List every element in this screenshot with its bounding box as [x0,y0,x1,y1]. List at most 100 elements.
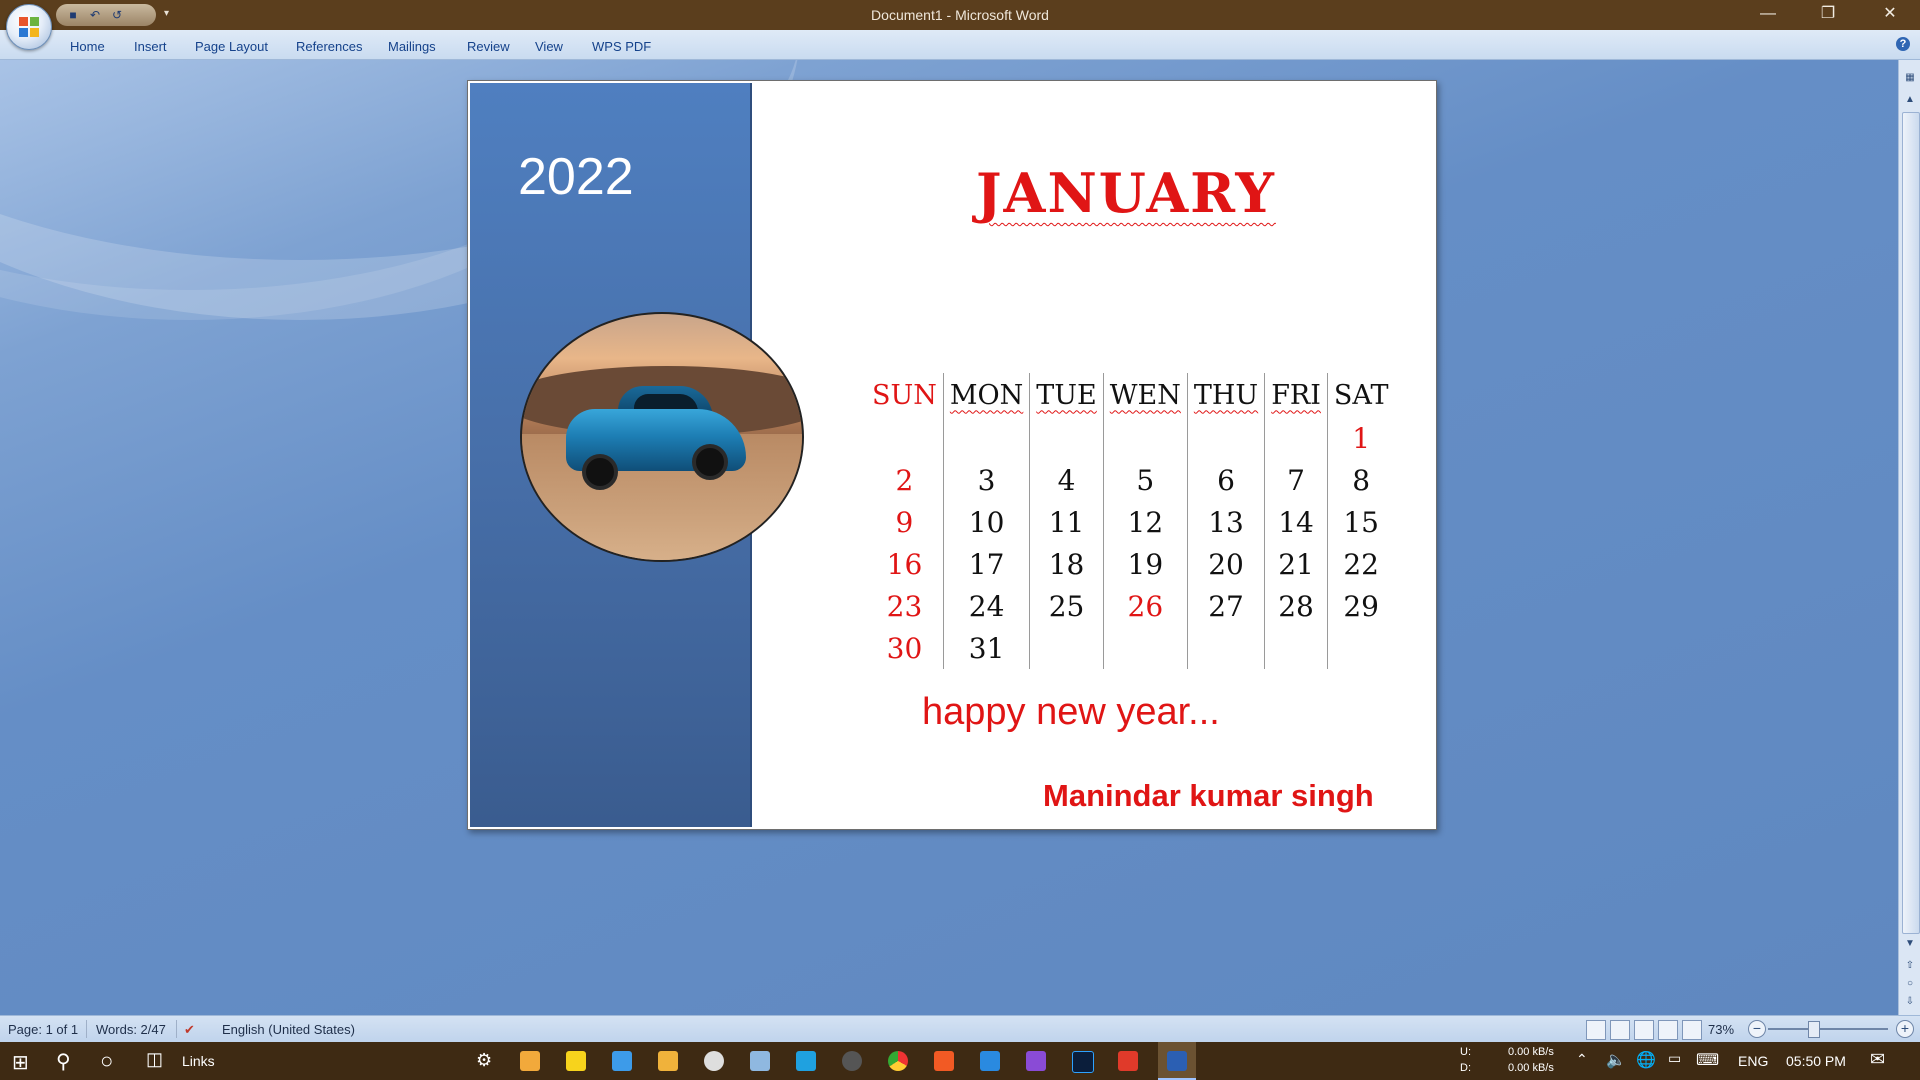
day-cell: 2 [895,463,914,497]
document-page[interactable]: 2022 JANUARY SUN MON TUE WEN THU FRI SAT… [467,80,1437,830]
chevron-up-icon[interactable]: ⌃ [1576,1051,1588,1068]
volume-icon[interactable]: 🔈 [1606,1050,1626,1070]
year-text: 2022 [518,148,634,206]
cortana-icon[interactable]: ○ [100,1048,113,1074]
day-cell: 28 [1264,585,1328,627]
month-title: JANUARY [976,161,1276,225]
document-workspace: 2022 JANUARY SUN MON TUE WEN THU FRI SAT… [0,60,1898,1015]
day-cell [1326,627,1395,669]
clock[interactable]: 05:50 PM [1786,1053,1846,1069]
browse-object-icon[interactable]: ○ [1902,976,1918,992]
scroll-down-icon[interactable]: ▼ [1902,936,1918,952]
file-explorer-icon[interactable] [658,1051,678,1071]
scroll-thumb[interactable] [1902,112,1920,934]
tab-page-layout[interactable]: Page Layout [195,39,268,54]
keyboard-icon[interactable]: ⌨ [1696,1050,1719,1070]
day-cell: 19 [1102,543,1188,585]
author-name: Manindar kumar singh [1043,778,1374,813]
day-cell: 26 [1102,585,1188,627]
photos-icon[interactable] [750,1051,770,1071]
tab-view[interactable]: View [535,39,563,54]
day-cell: 24 [942,585,1030,627]
language-indicator[interactable]: English (United States) [222,1022,355,1037]
weekday-header: TUE [1036,379,1097,411]
restore-button[interactable]: ❐ [1800,0,1856,30]
obs-icon[interactable] [842,1051,862,1071]
day-cell: 25 [1029,585,1104,627]
zoom-slider-knob[interactable] [1808,1021,1820,1038]
chrome-icon[interactable] [888,1051,908,1071]
full-screen-reading-icon[interactable] [1610,1020,1630,1040]
tab-references[interactable]: References [296,39,362,54]
notifications-icon[interactable]: ✉ [1870,1049,1885,1070]
status-bar: Page: 1 of 1 Words: 2/47 ✔ English (Unit… [0,1015,1920,1043]
minimize-button[interactable]: — [1740,0,1796,30]
ruler-icon[interactable]: ▦ [1902,70,1918,86]
word-taskbar-button[interactable] [1158,1042,1196,1080]
net-up-label: U: [1460,1046,1471,1058]
windows-start-icon[interactable]: ⊞ [12,1050,29,1075]
day-cell: 13 [1186,501,1265,543]
settings-icon[interactable]: ⚙ [476,1050,492,1071]
office-logo-icon [19,17,39,37]
help-icon[interactable]: ? [1896,37,1910,51]
previous-page-icon[interactable]: ⇧ [1902,958,1918,974]
vertical-scrollbar[interactable]: ▦ ▲ ▼ ⇧ ○ ⇩ [1898,60,1920,1015]
zoom-in-icon[interactable]: + [1896,1020,1914,1038]
car-photo[interactable] [520,312,804,562]
tab-insert[interactable]: Insert [134,39,167,54]
task-view-icon[interactable]: ◫ [146,1049,163,1070]
page-count[interactable]: Page: 1 of 1 [8,1022,78,1037]
office-button[interactable] [6,4,52,50]
input-language[interactable]: ENG [1738,1053,1768,1069]
wps-office-icon[interactable] [1118,1051,1138,1071]
zoom-slider[interactable] [1768,1028,1888,1030]
weekday-header: FRI [1271,379,1321,411]
media-app-icon[interactable] [704,1051,724,1071]
vscode-icon[interactable] [980,1051,1000,1071]
day-cell: 12 [1102,501,1188,543]
net-download-speed: 0.00 kB/s [1508,1062,1554,1074]
outline-icon[interactable] [1658,1020,1678,1040]
tab-wps-pdf[interactable]: WPS PDF [592,39,651,54]
day-cell [1264,417,1328,459]
tab-review[interactable]: Review [467,39,510,54]
print-layout-icon[interactable] [1586,1020,1606,1040]
ribbon-tabs: Home Insert Page Layout References Maili… [0,30,1920,60]
weekday-header: THU [1193,379,1259,411]
day-cell: 23 [886,589,923,623]
links-toolbar[interactable]: Links [182,1053,215,1069]
scroll-up-icon[interactable]: ▲ [1902,92,1918,108]
tab-mailings[interactable]: Mailings [388,39,436,54]
calendar-table: SUN MON TUE WEN THU FRI SAT 1 2 3 4 5 6 … [866,373,1395,669]
battery-icon[interactable]: ▭ [1668,1050,1681,1067]
sticky-notes-icon[interactable] [566,1051,586,1071]
word-count[interactable]: Words: 2/47 [96,1022,166,1037]
photoshop-icon[interactable] [1072,1051,1094,1073]
word-icon [1167,1051,1187,1071]
day-cell: 29 [1326,585,1395,627]
store-icon[interactable] [520,1051,540,1071]
day-cell: 4 [1029,459,1104,501]
zoom-out-icon[interactable]: − [1748,1020,1766,1038]
quick-assist-icon[interactable] [796,1051,816,1071]
visual-studio-icon[interactable] [1026,1051,1046,1071]
web-layout-icon[interactable] [1634,1020,1654,1040]
network-globe-icon[interactable]: 🌐 [1636,1050,1656,1070]
day-cell: 7 [1264,459,1328,501]
day-cell [1264,627,1328,669]
tab-home[interactable]: Home [70,39,105,54]
net-down-label: D: [1460,1062,1471,1074]
day-cell: 15 [1326,501,1395,543]
brave-icon[interactable] [934,1051,954,1071]
next-page-icon[interactable]: ⇩ [1902,994,1918,1010]
draft-icon[interactable] [1682,1020,1702,1040]
search-icon[interactable]: ⚲ [56,1049,71,1074]
explorer-window-icon[interactable] [612,1051,632,1071]
close-button[interactable]: ✕ [1862,0,1918,30]
zoom-level[interactable]: 73% [1708,1022,1734,1037]
day-cell [1029,627,1104,669]
day-cell: 1 [1326,417,1395,459]
weekday-header: SUN [872,379,937,411]
proofing-icon[interactable]: ✔ [184,1022,195,1038]
